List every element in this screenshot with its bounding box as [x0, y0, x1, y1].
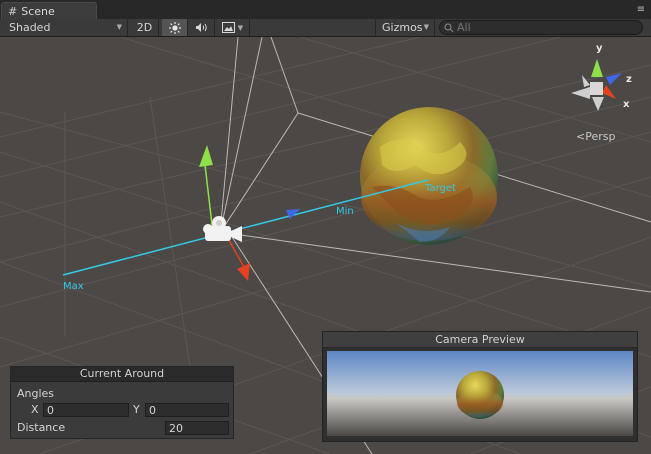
angle-x-label: X — [31, 403, 39, 416]
shading-mode-dropdown[interactable]: Shaded ▼ — [0, 19, 128, 36]
distance-label: Distance — [17, 421, 66, 434]
shading-mode-label: Shaded — [9, 21, 51, 34]
angle-x-field[interactable] — [43, 403, 129, 417]
gizmo-y-label: y — [596, 43, 603, 54]
scene-toolbar: Shaded ▼ 2D ▼ Gizmos ▼ — [0, 19, 651, 37]
gizmo-x-label: x — [623, 99, 630, 110]
2d-toggle-button[interactable]: 2D — [131, 19, 159, 36]
projection-label: Persp — [585, 130, 616, 143]
dropdown-arrow-icon: ▼ — [423, 23, 429, 31]
camera-preview-panel: Camera Preview — [322, 331, 638, 442]
tab-scene[interactable]: # Scene — [1, 2, 97, 19]
audio-toggle-button[interactable] — [189, 19, 215, 36]
tab-bar: # Scene ≡ — [0, 0, 651, 19]
search-input[interactable] — [457, 21, 627, 34]
sun-icon — [168, 21, 181, 34]
min-label: Min — [336, 206, 354, 217]
image-effects-icon — [221, 22, 235, 33]
current-around-title: Current Around — [11, 367, 233, 382]
tab-scene-label: Scene — [21, 4, 55, 18]
2d-toggle-label: 2D — [136, 21, 153, 34]
dropdown-arrow-icon: ▼ — [116, 23, 122, 31]
angle-y-field[interactable] — [145, 403, 229, 417]
distance-field[interactable] — [165, 421, 229, 435]
scene-tab-icon: # — [8, 4, 18, 18]
tab-menu-icon[interactable]: ≡ — [635, 4, 647, 16]
audio-icon — [196, 23, 207, 32]
dropdown-arrow-icon: ▼ — [237, 23, 244, 32]
gizmo-z-label: z — [626, 74, 632, 85]
scene-viewport[interactable]: Max Min Target y z x <Persp Camera Previ… — [0, 37, 651, 454]
effects-dropdown[interactable]: ▼ — [216, 19, 250, 36]
y-axis-handle — [199, 145, 213, 167]
perspective-icon: < — [576, 130, 586, 143]
lighting-toggle-button[interactable] — [162, 19, 188, 36]
target-label: Target — [424, 183, 456, 194]
search-icon — [444, 23, 454, 32]
current-around-panel: Current Around Angles X Y Distance — [10, 366, 234, 439]
camera-preview-title: Camera Preview — [323, 332, 637, 348]
projection-toggle[interactable]: <Persp — [576, 130, 615, 143]
angles-label: Angles — [17, 387, 55, 400]
gizmos-label: Gizmos — [382, 21, 423, 34]
scene-search[interactable] — [439, 20, 643, 35]
gizmos-dropdown[interactable]: Gizmos ▼ — [375, 19, 435, 36]
max-label: Max — [63, 281, 84, 292]
scene-gizmo-icon[interactable] — [571, 59, 622, 111]
camera-icon[interactable] — [203, 216, 242, 242]
camera-preview-image — [327, 351, 633, 436]
globe-target[interactable] — [360, 107, 498, 245]
angle-y-label: Y — [133, 403, 140, 416]
